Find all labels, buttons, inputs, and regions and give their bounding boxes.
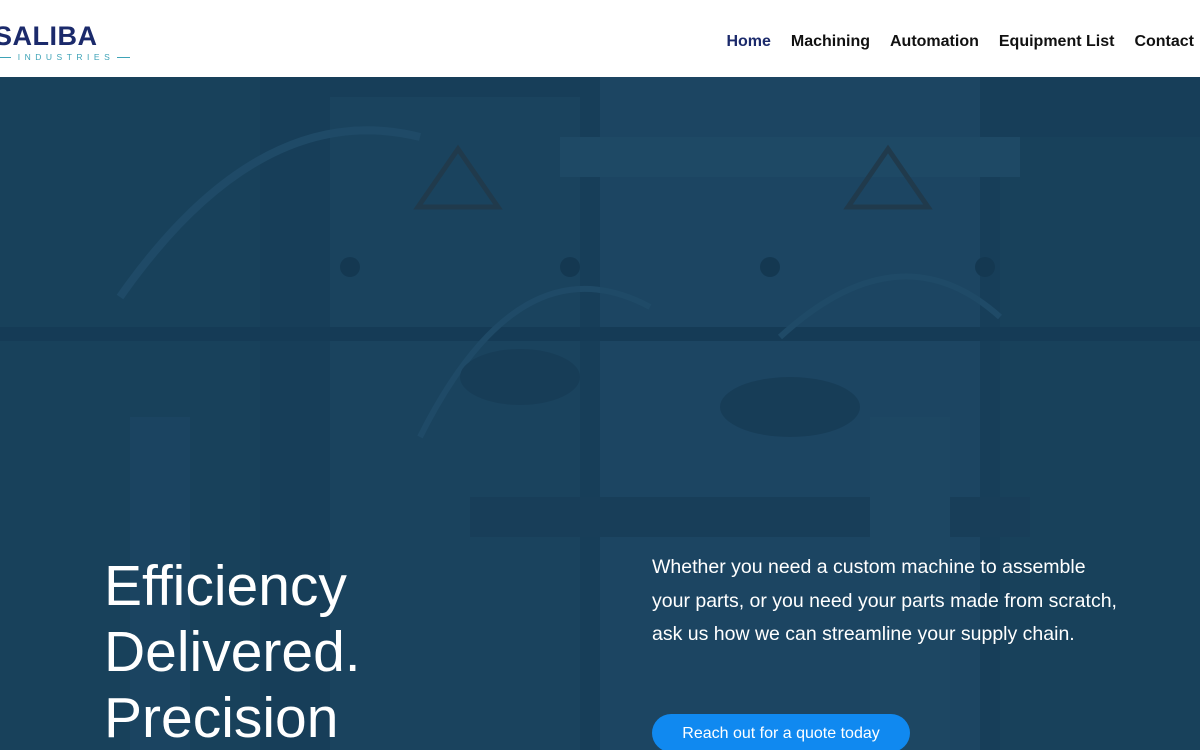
nav-item-equipment-list[interactable]: Equipment List	[999, 31, 1115, 53]
hero-title-line-2: Delivered.	[104, 620, 361, 684]
hero-section: Efficiency Delivered. Precision Whether …	[0, 77, 1200, 750]
nav-item-automation[interactable]: Automation	[890, 31, 979, 53]
logo-tagline: INDUSTRIES	[17, 52, 115, 62]
logo-wordmark: SALIBA	[0, 21, 98, 51]
main-nav: Home Machining Automation Equipment List…	[706, 31, 1194, 53]
hero-title-line-1: Efficiency	[104, 554, 347, 618]
nav-item-machining[interactable]: Machining	[791, 31, 870, 53]
nav-item-home[interactable]: Home	[726, 31, 770, 53]
hero-title: Efficiency Delivered. Precision	[104, 553, 524, 750]
hero-description: Whether you need a custom machine to ass…	[652, 556, 1117, 645]
hero-title-line-3: Precision	[104, 686, 339, 750]
quote-cta-button[interactable]: Reach out for a quote today	[652, 714, 910, 750]
logo-line-left	[0, 56, 11, 58]
nav-item-contact[interactable]: Contact	[1134, 31, 1194, 53]
logo-line-right	[117, 56, 131, 58]
site-header: SALIBA INDUSTRIES Home Machining Automat…	[0, 0, 1200, 77]
logo-tagline-row: INDUSTRIES	[0, 52, 131, 62]
saliba-logo[interactable]: SALIBA INDUSTRIES	[0, 22, 134, 64]
